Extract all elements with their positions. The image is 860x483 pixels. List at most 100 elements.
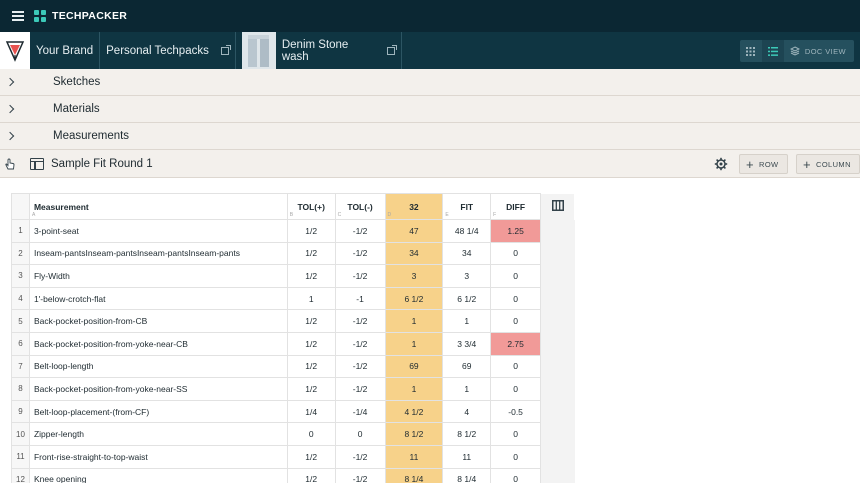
measurement-cell[interactable]: Back-pocket-position-from-yoke-near-SS bbox=[28, 377, 288, 401]
table-row[interactable]: 1 3-point-seat 1/2 -1/2 47 48 1/4 1.25 bbox=[11, 219, 575, 243]
external-link-icon[interactable] bbox=[387, 44, 397, 55]
size-cell[interactable]: 47 bbox=[384, 219, 444, 243]
column-header-tol-plus[interactable]: TOL(+) B bbox=[286, 193, 336, 220]
tol-minus-cell[interactable]: 0 bbox=[334, 422, 386, 446]
tol-minus-cell[interactable]: -1/2 bbox=[334, 241, 386, 266]
size-cell[interactable]: 3 bbox=[384, 264, 444, 288]
tol-plus-cell[interactable]: 1/2 bbox=[286, 444, 336, 469]
row-number-cell[interactable]: 11 bbox=[11, 444, 30, 469]
table-row[interactable]: 2 Inseam-pantsInseam-pantsInseam-pantsIns… bbox=[11, 241, 575, 266]
section-materials[interactable]: Materials bbox=[0, 96, 860, 123]
tol-plus-cell[interactable]: 1/2 bbox=[286, 264, 336, 288]
app-logo[interactable]: TECHPACKER bbox=[34, 10, 127, 22]
table-row[interactable]: 10 Zipper-length 0 0 8 1/2 8 1/2 0 bbox=[11, 422, 575, 446]
gear-icon[interactable] bbox=[714, 157, 728, 171]
section-measurements[interactable]: Measurements bbox=[0, 123, 860, 150]
list-view-button[interactable] bbox=[761, 40, 784, 62]
diff-cell[interactable]: 2.75 bbox=[490, 331, 542, 356]
tol-minus-cell[interactable]: -1/2 bbox=[334, 219, 386, 243]
table-row[interactable]: 12 Knee opening 1/2 -1/2 8 1/4 8 1/4 0 bbox=[11, 467, 575, 483]
fit-cell[interactable]: 34 bbox=[442, 241, 492, 266]
table-row[interactable]: 3 Fly-Width 1/2 -1/2 3 3 0 bbox=[11, 264, 575, 288]
measurement-cell[interactable]: 1'-below-crotch-flat bbox=[28, 286, 288, 311]
add-row-button[interactable]: + ROW bbox=[739, 154, 788, 174]
tol-plus-cell[interactable]: 1/2 bbox=[286, 467, 336, 483]
breadcrumb-folder[interactable]: Personal Techpacks bbox=[100, 32, 236, 69]
fit-cell[interactable]: 1 bbox=[442, 377, 492, 401]
diff-cell[interactable]: -0.5 bbox=[490, 399, 542, 424]
fit-cell[interactable]: 3 3/4 bbox=[442, 331, 492, 356]
row-number-cell[interactable]: 5 bbox=[11, 309, 30, 333]
tol-plus-cell[interactable]: 1/2 bbox=[286, 331, 336, 356]
diff-cell[interactable]: 0 bbox=[490, 354, 542, 379]
fit-cell[interactable]: 48 1/4 bbox=[442, 219, 492, 243]
measurement-cell[interactable]: Belt-loop-length bbox=[28, 354, 288, 379]
tol-plus-cell[interactable]: 1/2 bbox=[286, 241, 336, 266]
table-row[interactable]: 7 Belt-loop-length 1/2 -1/2 69 69 0 bbox=[11, 354, 575, 379]
column-header-measurement[interactable]: Measurement A bbox=[28, 193, 288, 220]
row-number-cell[interactable]: 3 bbox=[11, 264, 30, 288]
size-cell[interactable]: 1 bbox=[384, 309, 444, 333]
brand-logo[interactable] bbox=[0, 32, 30, 69]
column-header-diff[interactable]: DIFF F bbox=[490, 193, 542, 220]
tol-plus-cell[interactable]: 0 bbox=[286, 422, 336, 446]
size-cell[interactable]: 8 1/4 bbox=[384, 467, 444, 483]
measurement-cell[interactable]: Back-pocket-position-from-yoke-near-CB bbox=[28, 331, 288, 356]
fit-cell[interactable]: 1 bbox=[442, 309, 492, 333]
fit-cell[interactable]: 6 1/2 bbox=[442, 286, 492, 311]
measurement-cell[interactable]: Knee opening bbox=[28, 467, 288, 483]
table-row[interactable]: 9 Belt-loop-placement-(from-CF) 1/4 -1/4 4 1… bbox=[11, 399, 575, 424]
size-cell[interactable]: 1 bbox=[384, 331, 444, 356]
diff-cell[interactable]: 0 bbox=[490, 444, 542, 469]
size-cell[interactable]: 8 1/2 bbox=[384, 422, 444, 446]
diff-cell[interactable]: 0 bbox=[490, 309, 542, 333]
diff-cell[interactable]: 0 bbox=[490, 377, 542, 401]
diff-cell[interactable]: 0 bbox=[490, 241, 542, 266]
size-cell[interactable]: 1 bbox=[384, 377, 444, 401]
diff-cell[interactable]: 1.25 bbox=[490, 219, 542, 243]
diff-cell[interactable]: 0 bbox=[490, 286, 542, 311]
measurement-cell[interactable]: Back-pocket-position-from-CB bbox=[28, 309, 288, 333]
add-column-button[interactable]: + COLUMN bbox=[796, 154, 860, 174]
tol-minus-cell[interactable]: -1/2 bbox=[334, 444, 386, 469]
measurement-cell[interactable]: 3-point-seat bbox=[28, 219, 288, 243]
tol-plus-cell[interactable]: 1/4 bbox=[286, 399, 336, 424]
fit-cell[interactable]: 8 1/2 bbox=[442, 422, 492, 446]
column-header-fit[interactable]: FIT E bbox=[442, 193, 492, 220]
tol-minus-cell[interactable]: -1 bbox=[334, 286, 386, 311]
tol-minus-cell[interactable]: -1/2 bbox=[334, 309, 386, 333]
measurement-cell[interactable]: Belt-loop-placement-(from-CF) bbox=[28, 399, 288, 424]
column-settings-button[interactable] bbox=[540, 193, 575, 220]
tol-minus-cell[interactable]: -1/4 bbox=[334, 399, 386, 424]
measurement-cell[interactable]: Fly-Width bbox=[28, 264, 288, 288]
measurement-cell[interactable]: Inseam-pantsInseam-pantsInseam-pantsInse… bbox=[28, 241, 288, 266]
diff-cell[interactable]: 0 bbox=[490, 422, 542, 446]
tol-plus-cell[interactable]: 1/2 bbox=[286, 309, 336, 333]
row-number-cell[interactable]: 2 bbox=[11, 241, 30, 266]
tol-plus-cell[interactable]: 1/2 bbox=[286, 377, 336, 401]
tol-minus-cell[interactable]: -1/2 bbox=[334, 354, 386, 379]
fit-cell[interactable]: 4 bbox=[442, 399, 492, 424]
row-number-cell[interactable]: 4 bbox=[11, 286, 30, 311]
tol-minus-cell[interactable]: -1/2 bbox=[334, 377, 386, 401]
row-number-cell[interactable]: 8 bbox=[11, 377, 30, 401]
breadcrumb-techpack[interactable]: Denim Stone wash bbox=[276, 32, 402, 69]
size-cell[interactable]: 34 bbox=[384, 241, 444, 266]
fit-cell[interactable]: 3 bbox=[442, 264, 492, 288]
row-number-cell[interactable]: 12 bbox=[11, 467, 30, 483]
measurement-cell[interactable]: Front-rise-straight-to-top-waist bbox=[28, 444, 288, 469]
table-row[interactable]: 11 Front-rise-straight-to-top-waist 1/2 -1/… bbox=[11, 444, 575, 469]
hand-cursor-icon[interactable] bbox=[4, 158, 16, 170]
tol-minus-cell[interactable]: -1/2 bbox=[334, 467, 386, 483]
row-number-cell[interactable]: 9 bbox=[11, 399, 30, 424]
table-row[interactable]: 8 Back-pocket-position-from-yoke-near-SS 1… bbox=[11, 377, 575, 401]
row-number-cell[interactable]: 1 bbox=[11, 219, 30, 243]
size-cell[interactable]: 4 1/2 bbox=[384, 399, 444, 424]
diff-cell[interactable]: 0 bbox=[490, 467, 542, 483]
tol-minus-cell[interactable]: -1/2 bbox=[334, 264, 386, 288]
size-cell[interactable]: 6 1/2 bbox=[384, 286, 444, 311]
menu-icon[interactable] bbox=[12, 11, 24, 21]
fit-cell[interactable]: 69 bbox=[442, 354, 492, 379]
table-row[interactable]: 5 Back-pocket-position-from-CB 1/2 -1/2 1 1 0 bbox=[11, 309, 575, 333]
tol-plus-cell[interactable]: 1/2 bbox=[286, 354, 336, 379]
